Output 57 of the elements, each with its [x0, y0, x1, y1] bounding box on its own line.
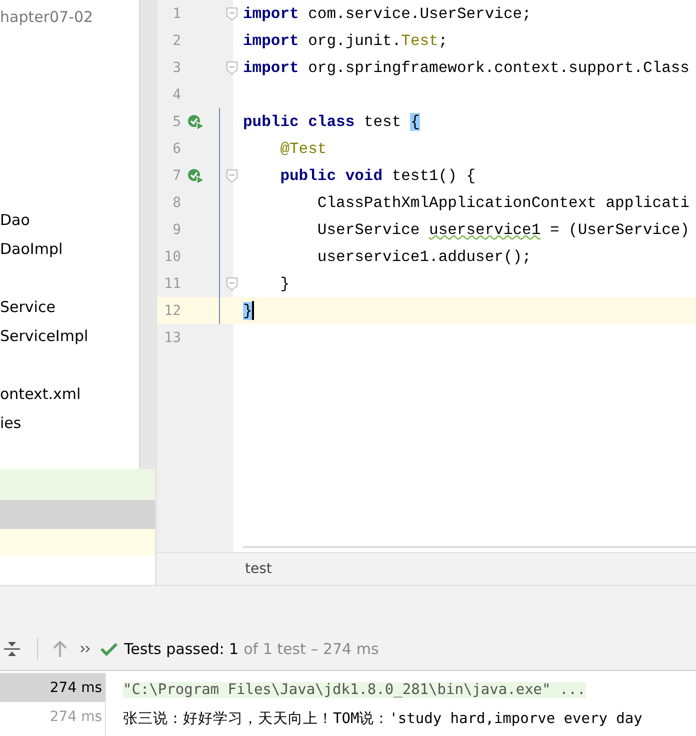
- code-token: userservice1: [429, 220, 541, 238]
- line-number: 9: [172, 222, 181, 238]
- run-icon[interactable]: [187, 114, 205, 130]
- fold-icon[interactable]: [226, 168, 238, 182]
- code-token: ;: [438, 32, 448, 50]
- chevrons-icon[interactable]: [80, 644, 92, 654]
- line-number: 11: [163, 276, 181, 292]
- line-number: 8: [172, 194, 181, 210]
- up-arrow-icon[interactable]: [52, 640, 68, 658]
- code-token: org.junit.: [307, 32, 402, 50]
- code-token: @Test: [279, 140, 327, 158]
- code-token: import: [243, 4, 299, 22]
- code-token: }: [243, 302, 252, 320]
- tree-item[interactable]: ServiceImpl: [0, 326, 88, 344]
- tree-item[interactable]: Service: [0, 298, 56, 316]
- line-number: 6: [172, 140, 181, 156]
- breadcrumb[interactable]: test: [245, 561, 272, 578]
- test-duration[interactable]: 274 ms: [0, 673, 105, 702]
- line-number: 12: [163, 302, 181, 318]
- code-token: org.springframework.context.support.Class: [307, 58, 690, 76]
- code-token: public class: [243, 112, 355, 130]
- code-token: ClassPathXmlApplicationContext applicati: [316, 194, 690, 212]
- code-token: {: [410, 112, 420, 130]
- code-token: Test: [401, 32, 438, 50]
- collapse-icon[interactable]: [3, 640, 21, 656]
- console-line: 张三说：好好学习，天天向上！TOM说：'study hard,imporve every day: [123, 710, 642, 728]
- test-summary: of 1 test – 274 ms: [244, 640, 379, 658]
- code-token: test: [362, 112, 402, 130]
- code-token: test1() {: [390, 166, 476, 184]
- text-caret: [252, 301, 254, 320]
- tree-item[interactable]: ies: [0, 414, 22, 432]
- project-name[interactable]: hapter07-02: [0, 8, 94, 26]
- code-token: import: [243, 32, 299, 50]
- code-token: = (UserService): [548, 220, 690, 238]
- code-token: }: [279, 274, 290, 292]
- code-token: public void: [279, 166, 383, 184]
- line-number: 2: [172, 32, 181, 48]
- line-number: 4: [172, 86, 181, 102]
- line-number: 3: [172, 60, 181, 76]
- test-status: Tests passed: 1: [124, 640, 239, 658]
- fold-icon[interactable]: [226, 276, 238, 290]
- line-number: 10: [163, 248, 181, 264]
- line-number: 13: [163, 330, 181, 346]
- code-token: userservice1.adduser();: [316, 248, 532, 266]
- code-token: UserService: [316, 220, 421, 238]
- tree-item[interactable]: ontext.xml: [0, 384, 81, 402]
- tree-item[interactable]: DaoImpl: [0, 240, 63, 258]
- scrollbar[interactable]: [139, 0, 155, 469]
- tree-item[interactable]: Dao: [0, 210, 30, 228]
- fold-icon[interactable]: [226, 6, 238, 20]
- fold-icon[interactable]: [226, 60, 238, 74]
- run-icon[interactable]: [187, 168, 205, 184]
- line-number: 5: [172, 114, 181, 130]
- line-number: 1: [172, 6, 181, 22]
- code-token: import: [243, 58, 299, 76]
- line-number: 7: [172, 168, 181, 184]
- code-token: com.service.UserService;: [307, 4, 532, 22]
